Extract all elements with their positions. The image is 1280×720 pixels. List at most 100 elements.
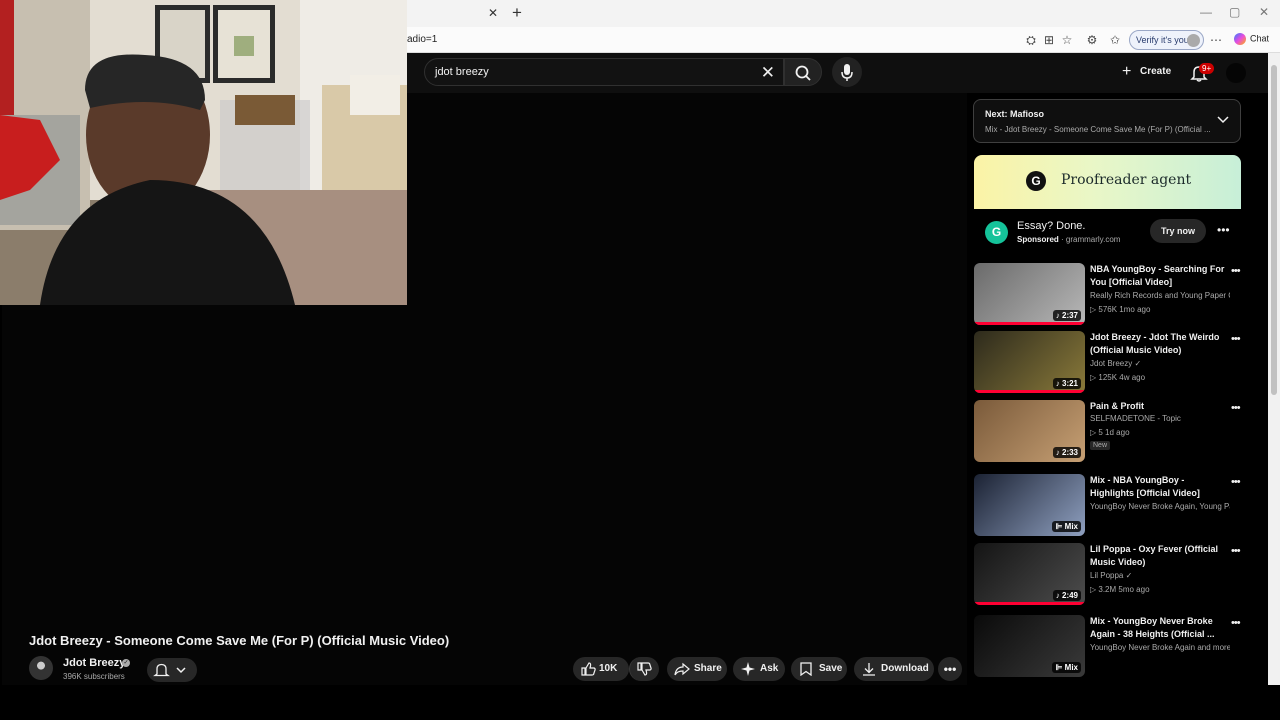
video-thumbnail[interactable]: ♪ 2:37 xyxy=(974,263,1085,325)
recommended-channel-name[interactable]: YoungBoy Never Broke Again, Young Pap... xyxy=(1090,502,1230,511)
more-options-icon[interactable]: ••• xyxy=(1231,333,1241,345)
webcam-feed-image xyxy=(0,0,407,305)
search-button[interactable] xyxy=(784,58,822,86)
subscriber-count: 396K subscribers xyxy=(63,672,125,681)
download-button[interactable]: Download xyxy=(854,657,934,681)
copilot-chat-button[interactable]: Chat xyxy=(1234,33,1269,45)
extensions-icon[interactable]: ⚙ xyxy=(1085,33,1099,47)
favorite-star-icon[interactable]: ☆ xyxy=(1060,33,1074,47)
clear-search-icon[interactable]: ✕ xyxy=(761,63,775,83)
recommended-video-title[interactable]: Jdot Breezy - Jdot The Weirdo (Official … xyxy=(1090,331,1225,357)
ad-title: Essay? Done. xyxy=(1017,220,1086,232)
page-scrollbar[interactable] xyxy=(1268,53,1280,685)
create-button[interactable]: + Create xyxy=(1118,60,1178,84)
video-thumbnail[interactable]: ♪ 3:21 xyxy=(974,331,1085,393)
ad-try-now-button[interactable]: Try now xyxy=(1150,219,1206,243)
recommended-channel-name[interactable]: Jdot Breezy ✓ xyxy=(1090,359,1230,368)
tab-close-icon[interactable]: ✕ xyxy=(488,6,498,20)
more-options-icon[interactable]: ••• xyxy=(1231,476,1241,488)
minimize-icon[interactable]: — xyxy=(1200,5,1212,19)
download-label: Download xyxy=(881,663,929,674)
recommended-video[interactable]: ♪ 2:37 NBA YoungBoy - Searching For You [… xyxy=(974,263,1242,327)
channel-name[interactable]: Jdot Breezy xyxy=(63,657,125,669)
voice-search-button[interactable] xyxy=(832,57,862,87)
chevron-down-icon[interactable] xyxy=(1216,113,1230,127)
video-duration: ⊫ Mix xyxy=(1052,521,1081,532)
dislike-button[interactable] xyxy=(629,657,659,681)
save-button[interactable]: Save xyxy=(791,657,847,681)
share-label: Share xyxy=(694,663,722,674)
recommended-video[interactable]: ⊫ Mix Mix - YoungBoy Never Broke Again - … xyxy=(974,615,1242,679)
video-title: Jdot Breezy - Someone Come Save Me (For … xyxy=(29,633,450,648)
channel-label: SELFMADETONE - Topic xyxy=(1090,414,1181,423)
thumbs-down-icon xyxy=(637,662,652,676)
subscription-notifications-button[interactable] xyxy=(147,658,197,682)
video-thumbnail[interactable]: ⊫ Mix xyxy=(974,474,1085,536)
recommended-video[interactable]: ♪ 3:21 Jdot Breezy - Jdot The Weirdo (Off… xyxy=(974,331,1242,395)
url-text[interactable]: adio=1 xyxy=(407,34,437,45)
ask-label: Ask xyxy=(760,663,779,674)
recommended-video-title[interactable]: Lil Poppa - Oxy Fever (Official Music Vi… xyxy=(1090,543,1225,569)
favorites-icon[interactable]: ✩ xyxy=(1108,33,1122,47)
recommended-channel-name[interactable]: SELFMADETONE - Topic xyxy=(1090,414,1230,423)
recommended-video-title[interactable]: Pain & Profit xyxy=(1090,400,1225,413)
plus-icon: + xyxy=(1122,63,1132,80)
video-duration: ⊫ Mix xyxy=(1052,662,1081,673)
recommended-channel-name[interactable]: YoungBoy Never Broke Again and more xyxy=(1090,643,1230,652)
like-count: 10K xyxy=(599,663,618,674)
profile-avatar-icon xyxy=(1187,34,1200,47)
maximize-icon[interactable]: ▢ xyxy=(1229,5,1240,19)
more-options-icon[interactable]: ••• xyxy=(1231,265,1241,277)
video-thumbnail[interactable]: ⊫ Mix xyxy=(974,615,1085,677)
recommended-video[interactable]: ♪ 2:49 Lil Poppa - Oxy Fever (Official Mu… xyxy=(974,543,1242,607)
video-thumbnail[interactable]: ♪ 2:33 xyxy=(974,400,1085,462)
scrollbar-thumb[interactable] xyxy=(1271,65,1277,395)
ad-sponsored-line: Sponsored · grammarly.com xyxy=(1017,235,1120,244)
more-actions-button[interactable]: ••• xyxy=(938,657,962,681)
video-thumbnail[interactable]: ♪ 2:49 xyxy=(974,543,1085,605)
search-input[interactable]: jdot breezy ✕ xyxy=(424,58,784,86)
save-label: Save xyxy=(819,663,843,674)
watch-progress-bar xyxy=(974,390,1085,393)
chat-label: Chat xyxy=(1250,33,1270,44)
more-menu-icon[interactable]: ⋯ xyxy=(1209,33,1223,47)
channel-label: Really Rich Records and Young Paper Ch..… xyxy=(1090,291,1230,300)
new-tab-icon[interactable]: + xyxy=(512,3,522,23)
screen: ✕ + — ▢ ✕ adio=1 ⛭ ⊞ ☆ ⚙ ✩ Verify it's y… xyxy=(0,0,1280,720)
channel-avatar[interactable] xyxy=(29,656,53,680)
recommended-channel-name[interactable]: Lil Poppa ✓ xyxy=(1090,571,1230,580)
apps-icon[interactable]: ⊞ xyxy=(1042,33,1056,47)
recommended-video[interactable]: ⊫ Mix Mix - NBA YoungBoy - Highlights [Of… xyxy=(974,474,1242,538)
window-close-icon[interactable]: ✕ xyxy=(1259,5,1269,19)
sparkle-icon xyxy=(741,662,755,676)
ad-banner-headline: Proofreader agent xyxy=(1061,172,1192,188)
watch-progress-bar xyxy=(974,322,1085,325)
verify-label: Verify it's you xyxy=(1136,35,1189,45)
search-icon xyxy=(795,65,811,81)
verify-profile-button[interactable]: Verify it's you xyxy=(1129,30,1204,50)
recommended-channel-name[interactable]: Really Rich Records and Young Paper Ch..… xyxy=(1090,291,1230,300)
advertiser-logo-icon: G xyxy=(985,221,1008,244)
more-options-icon[interactable]: ••• xyxy=(1231,617,1241,629)
search-query: jdot breezy xyxy=(435,66,489,78)
recommended-video-title[interactable]: Mix - NBA YoungBoy - Highlights [Officia… xyxy=(1090,474,1225,500)
watch-progress-bar xyxy=(974,602,1085,605)
up-next-title: Next: Mafioso xyxy=(985,109,1045,119)
share-button[interactable]: Share xyxy=(667,657,727,681)
recommended-video[interactable]: ♪ 2:33 Pain & Profit SELFMADETONE - Topic ▷… xyxy=(974,400,1242,464)
up-next-panel[interactable]: Next: Mafioso Mix - Jdot Breezy - Someon… xyxy=(973,99,1241,143)
like-button[interactable]: 10K xyxy=(573,657,629,681)
more-options-icon[interactable]: ••• xyxy=(1231,402,1241,414)
ad-more-icon[interactable]: ••• xyxy=(1217,223,1230,237)
ad-banner-image[interactable]: G Proofreader agent xyxy=(974,155,1241,209)
recommended-video-title[interactable]: NBA YoungBoy - Searching For You [Offici… xyxy=(1090,263,1225,289)
recommended-video-title[interactable]: Mix - YoungBoy Never Broke Again - 38 He… xyxy=(1090,615,1225,641)
ask-button[interactable]: Ask xyxy=(733,657,785,681)
thumbs-up-icon xyxy=(581,662,596,676)
more-options-icon[interactable]: ••• xyxy=(1231,545,1241,557)
bell-dropdown-icon xyxy=(153,663,186,677)
verified-check-icon: ✓ xyxy=(1123,571,1133,580)
verified-check-icon: ✓ xyxy=(1132,359,1142,368)
account-avatar[interactable] xyxy=(1226,63,1246,83)
translate-icon[interactable]: ⛭ xyxy=(1024,33,1038,47)
